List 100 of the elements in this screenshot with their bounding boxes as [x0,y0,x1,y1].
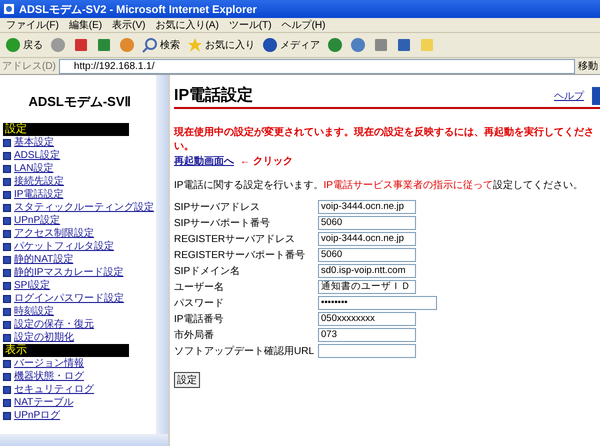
bullet-icon [3,372,11,380]
password-field[interactable]: •••••••• [318,296,438,310]
nav-link[interactable]: 設定の初期化 [14,332,74,344]
input-field[interactable]: 5060 [318,248,416,262]
bullet-icon [3,294,11,302]
nav-link[interactable]: スタティックルーティング設定 [14,202,154,214]
toolbar-icon [262,37,278,53]
restart-link[interactable]: 再起動画面へ [174,154,234,168]
toolbar-icon [73,37,89,53]
toolbar-icon [119,37,135,53]
menu-item[interactable]: 編集(E) [68,18,102,32]
back-button[interactable]: 戻る [3,36,45,54]
nav-link[interactable]: セキュリティログ [14,384,94,396]
horizontal-scrollbar[interactable] [0,434,168,446]
nav-link[interactable]: アクセス制限設定 [14,228,94,240]
nav-link[interactable]: LAN設定 [14,162,54,174]
bullet-icon [3,334,11,342]
click-note: ← クリック [240,155,293,168]
bullet-icon [3,398,11,406]
nav-link[interactable]: UPnP設定 [14,214,60,226]
input-field[interactable]: 通知書のユーザＩＤ [318,280,416,294]
nav-link[interactable]: SPI設定 [14,280,50,292]
input-field[interactable]: 073 [318,328,416,342]
nav-link[interactable]: 接続先設定 [14,176,64,188]
description-text: IP電話に関する設定を行います。IP電話サービス事業者の指示に従って設定してください。 [174,178,584,192]
bullet-icon [3,190,11,198]
toolbar-icon [5,37,21,53]
bullet-icon [3,230,11,238]
field-label: REGISTERサーバアドレス [174,233,296,246]
forward-button[interactable] [48,36,68,54]
warning-message: 現在使用中の設定が変更されています。現在の設定を反映するには、再起動を実行してください。 [174,125,595,153]
favorites-button[interactable]: お気に入り [185,36,257,54]
input-field[interactable]: sd0.isp-voip.ntt.com [318,264,416,278]
nav-link[interactable]: NATテーブル [14,396,74,408]
section-header: 設定 [3,123,129,136]
bullet-icon [3,268,11,276]
nav-link[interactable]: IP電話設定 [14,188,64,200]
toolbar-icon [350,37,366,53]
nav-link[interactable]: ログインパスワード設定 [14,292,124,304]
address-label: アドレス(D) [2,60,56,73]
bullet-icon [3,282,11,290]
menu-item[interactable]: お気に入り(A) [155,18,219,32]
nav-link[interactable]: ADSL設定 [14,150,60,162]
toolbar-icon [327,37,343,53]
menu-item[interactable]: ツール(T) [228,18,272,32]
window-title: ADSLモデム-SV2 - Microsoft Internet Explorer [19,2,257,16]
toolbar-icon [50,37,66,53]
browser-icon [3,3,15,15]
address-field[interactable]: http://192.168.1.1/ [58,58,575,74]
search-icon [142,37,158,53]
input-field[interactable] [318,344,416,358]
nav-link[interactable]: 基本設定 [14,136,54,148]
bullet-icon [3,360,11,368]
bullet-icon [3,256,11,264]
bullet-icon [3,242,11,250]
field-label: 市外局番 [174,328,215,342]
bullet-icon [3,204,11,212]
nav-link[interactable]: 設定の保存・復元 [14,318,94,330]
nav-link[interactable]: 静的NAT設定 [14,254,74,266]
nav-link[interactable]: 機器状態・ログ [14,370,84,382]
bullet-icon [3,216,11,224]
nav-link[interactable]: 時刻設定 [14,306,54,318]
nav-link[interactable]: バージョン情報 [14,358,84,370]
note-icon [419,37,435,53]
help-link[interactable]: ヘルプ [554,88,584,102]
search-button[interactable]: 検索 [140,36,182,54]
home-button[interactable] [117,36,137,54]
mail-button[interactable] [348,36,368,54]
bullet-icon [3,178,11,186]
star-icon [187,37,203,53]
field-label: SIPサーバポート番号 [174,216,272,230]
input-field[interactable]: voip-3444.ocn.ne.jp [318,232,416,246]
field-label: REGISTERサーバポート番号 [174,248,306,262]
section-header: 表示 [3,344,129,357]
input-field[interactable]: voip-3444.ocn.ne.jp [318,200,416,214]
menu-item[interactable]: 表示(V) [112,18,146,32]
page-heading: IP電話設定 [174,85,254,106]
nav-link[interactable]: 静的IPマスカレード設定 [14,266,124,278]
bullet-icon [3,138,11,146]
field-label: SIPドメイン名 [174,265,242,278]
nav-link[interactable]: UPnPログ [14,410,60,422]
field-label: パスワード [174,297,225,310]
nav-link[interactable]: パケットフィルタ設定 [14,240,114,252]
bullet-icon [3,308,11,316]
bullet-icon [3,152,11,160]
menu-item[interactable]: ヘルプ(H) [282,18,326,32]
bullet-icon [3,320,11,328]
product-title: ADSLモデム-SVⅡ [27,93,132,111]
field-label: ソフトアップデート確認用URL [174,344,314,358]
menu-item[interactable]: ファイル(F) [6,18,59,32]
bullet-icon [3,412,11,420]
submit-button[interactable]: 設定 [174,372,200,388]
go-button[interactable]: 移動 [578,59,598,73]
input-field[interactable]: 5060 [318,216,416,230]
history-button[interactable] [325,36,345,54]
bullet-icon [3,386,11,394]
toolbar-icon [373,37,389,53]
input-field[interactable]: 050xxxxxxxx [318,312,416,326]
media-button[interactable]: メディア [260,36,322,54]
vertical-scrollbar[interactable] [156,75,168,434]
